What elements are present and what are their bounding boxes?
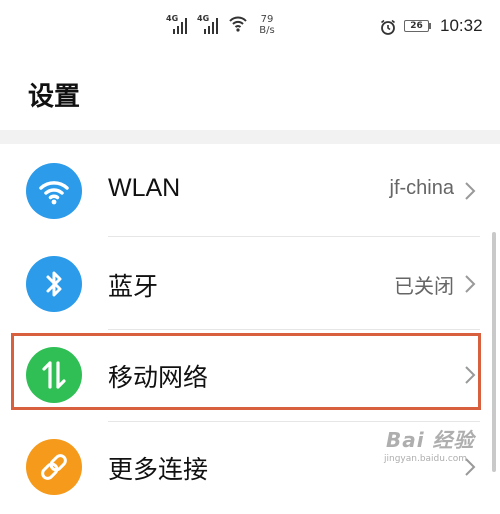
chevron-right-icon xyxy=(465,366,476,384)
battery-icon: 26 xyxy=(404,20,434,34)
signal-icon-2: 4G xyxy=(197,14,223,34)
watermark: Bai 经验 jingyan.baidu.com xyxy=(378,424,494,474)
settings-item-mobile-network[interactable]: 移动网络 xyxy=(0,328,490,422)
speed-value: 79 xyxy=(260,14,274,25)
settings-item-value: 已关闭 xyxy=(394,276,454,298)
signal-icon: 4G xyxy=(166,14,192,34)
settings-item-label: 蓝牙 xyxy=(108,273,159,301)
mobile-data-icon xyxy=(26,347,82,403)
bluetooth-icon xyxy=(26,256,82,312)
settings-item-bluetooth[interactable]: 蓝牙 已关闭 xyxy=(0,237,490,331)
battery-level: 26 xyxy=(410,21,423,31)
clock: 10:32 xyxy=(440,16,483,35)
alarm-icon xyxy=(379,18,397,36)
status-bar: 4G 4G 79 B/s 26 10:32 xyxy=(0,0,500,52)
speed-unit: B/s xyxy=(259,25,275,36)
chevron-right-icon xyxy=(465,275,476,293)
link-icon xyxy=(26,439,82,495)
wifi-status-icon xyxy=(228,14,248,32)
section-separator xyxy=(0,130,500,144)
settings-item-label: WLAN xyxy=(108,174,181,202)
settings-item-label: 移动网络 xyxy=(108,364,209,392)
chevron-right-icon xyxy=(465,182,476,200)
watermark-text: Bai 经验 xyxy=(386,428,475,452)
settings-item-value: jf-china xyxy=(389,177,454,199)
wifi-icon xyxy=(26,163,82,219)
watermark-url: jingyan.baidu.com xyxy=(384,454,468,464)
settings-item-wlan[interactable]: WLAN jf-china xyxy=(0,144,490,238)
page-title: 设置 xyxy=(28,82,81,112)
network-speed: 79 B/s xyxy=(254,14,280,36)
